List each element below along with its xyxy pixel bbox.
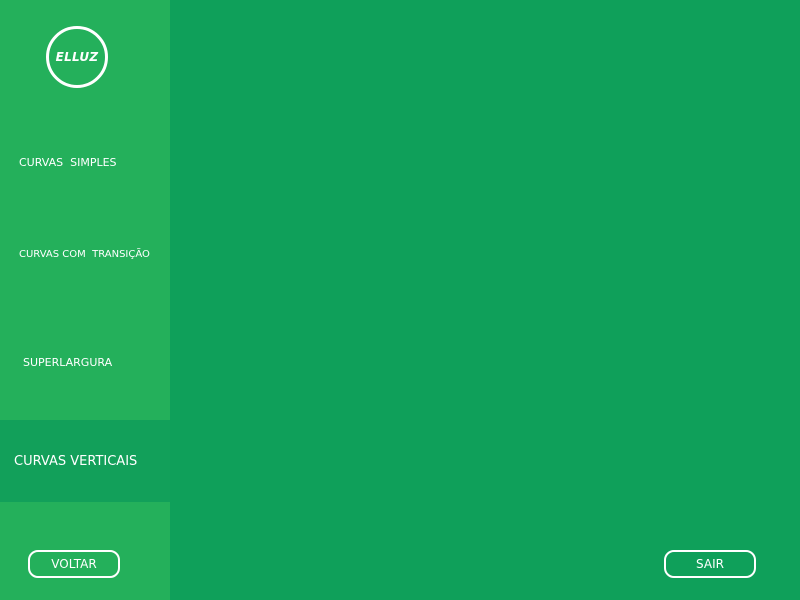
sidebar-item-label: CURVAS VERTICAIS (14, 453, 138, 469)
sidebar: ELLUZ CURVAS SIMPLES CURVAS COM TRANSIÇÃ… (0, 0, 170, 600)
sidebar-item-curvas-com-transicao[interactable]: CURVAS COM TRANSIÇÃO (0, 232, 170, 276)
sidebar-item-label: SUPERLARGURA (23, 355, 113, 369)
sidebar-item-curvas-simples[interactable]: CURVAS SIMPLES (0, 140, 170, 184)
sidebar-item-superlargura[interactable]: SUPERLARGURA (0, 340, 170, 384)
sidebar-item-curvas-verticais[interactable]: CURVAS VERTICAIS (0, 420, 170, 502)
exit-button[interactable]: SAIR (664, 550, 756, 578)
back-button[interactable]: VOLTAR (28, 550, 120, 578)
sidebar-item-label: CURVAS COM TRANSIÇÃO (19, 248, 150, 260)
sidebar-item-label: CURVAS SIMPLES (19, 155, 117, 169)
logo-text: ELLUZ (55, 50, 99, 64)
elluz-logo: ELLUZ (46, 26, 108, 88)
app-window: ELLUZ CURVAS SIMPLES CURVAS COM TRANSIÇÃ… (0, 0, 800, 600)
